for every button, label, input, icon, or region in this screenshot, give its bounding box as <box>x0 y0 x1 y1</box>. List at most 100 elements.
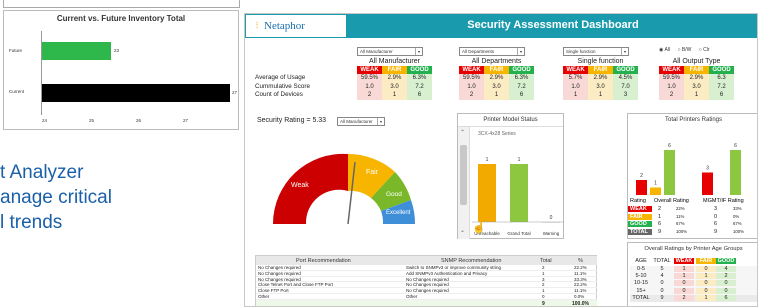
rec-total: 0 <box>542 293 545 299</box>
printer-status-title: Printer Model Status <box>458 114 563 127</box>
chevron-down-icon: ▾ <box>517 48 524 55</box>
metric-value: 2 <box>659 91 684 100</box>
metric-value: 3.0 <box>684 82 709 91</box>
metric-value: 1 <box>588 91 613 100</box>
filter-select[interactable]: Single function ▾ <box>563 47 629 56</box>
age-cell: 0 <box>716 280 736 287</box>
age-cell: 0 <box>660 287 664 294</box>
dashboard-header: ⫶ Netaphor Security Assessment Dashboard <box>245 14 757 38</box>
metric-value: 3.0 <box>588 82 613 91</box>
rating-header-fair: FAIR <box>684 66 709 74</box>
radio-bw[interactable]: ○ B/W <box>677 47 691 53</box>
recommendations-header: Port Recommendation SNMP Recommendation … <box>256 256 597 265</box>
rec-total-count: 9 <box>542 300 545 307</box>
inventory-chart: Current vs. Future Inventory Total Futur… <box>3 10 239 130</box>
filter-block-3: Single function ▾ Single function WEAK FAIR… <box>563 47 638 103</box>
scroll-up-icon[interactable]: ⌃ <box>460 129 465 136</box>
metric-value: 1.0 <box>659 82 684 91</box>
rating-header-weak: WEAK <box>459 66 484 74</box>
logo-text: Netaphor <box>264 20 305 32</box>
rating-name: FAIR <box>628 213 652 220</box>
age-groups-title: Overall Ratings by Printer Age Groups <box>628 243 757 256</box>
filter-label: All Manufacturer <box>369 58 420 65</box>
top-border-box <box>3 0 240 8</box>
age-cell: 6 <box>716 294 736 301</box>
bar-future <box>42 42 111 60</box>
metric-row: 1.0 3.0 7.2 <box>459 82 534 91</box>
chart-label-current: Current <box>9 89 25 94</box>
chevron-down-icon: ▾ <box>377 118 384 125</box>
age-th: WEAK <box>674 258 694 264</box>
rating-bar <box>636 180 647 195</box>
status-bar-value: 0 <box>550 215 553 221</box>
inventory-chart-title: Current vs. Future Inventory Total <box>56 14 186 23</box>
metric-value: 59.5% <box>357 74 382 83</box>
metric-value: 3.0 <box>382 82 407 91</box>
th-pct: % <box>578 258 583 264</box>
rec-pct: 22.2% <box>574 282 587 288</box>
th-mgmt: MGMT/IF Rating <box>703 198 744 204</box>
age-cell: 10-15 <box>633 280 649 287</box>
snmp-rec: Other <box>406 293 418 299</box>
chart-label-future: Future <box>9 48 23 53</box>
age-cell: 1 <box>696 273 716 280</box>
age-row: 10-15 0 0 0 0 <box>630 280 757 288</box>
metric-value: 2.9% <box>588 74 613 83</box>
metric-value: 2.9% <box>484 74 509 83</box>
filter-select[interactable]: All Manufacturer ▾ <box>357 47 423 56</box>
rating-bar <box>730 150 741 195</box>
printer-status-panel: Printer Model Status ⌃ ⌄ 3CX-4x28 Series… <box>457 113 564 239</box>
rating-table-row: WEAK 2 22% 3 33% <box>628 206 757 214</box>
status-category-label: Grand Total <box>507 231 530 236</box>
rating-cell: 11% <box>676 213 685 219</box>
filter-label: All Departments <box>471 58 522 65</box>
metric-value: 2 <box>459 91 484 100</box>
gauge-label-excellent: Excellent <box>386 210 411 216</box>
rating-cell: 0% <box>733 213 740 219</box>
x-tick-25: 25 <box>89 118 95 123</box>
rating-name: GOOD <box>628 221 652 227</box>
snmp-rec: No Changes required <box>406 282 449 288</box>
rec-total: 1 <box>542 270 545 276</box>
scroll-down-icon[interactable]: ⌄ <box>460 227 465 234</box>
th-rating: Rating <box>630 198 646 204</box>
x-tick-24: 24 <box>42 118 48 123</box>
metric-value: 6 <box>709 91 734 100</box>
scroll-thumb[interactable] <box>460 145 467 205</box>
th-overall: Overall Rating <box>654 198 689 204</box>
rating-header-weak: WEAK <box>563 66 588 74</box>
rating-header: WEAK FAIR GOOD <box>563 66 638 74</box>
metric-row: 216 <box>459 91 534 100</box>
radio-all[interactable]: ◉ All <box>659 47 670 53</box>
rating-bar-value: 6 <box>734 143 737 149</box>
metric-row: 59.5% 2.9% 6.3% <box>357 74 432 83</box>
age-cell: 1 <box>674 273 694 280</box>
bar-current-label: 27 <box>232 90 238 95</box>
age-cell: 0 <box>674 280 694 287</box>
age-cell: 1 <box>674 266 694 272</box>
security-rating-select[interactable]: All Manufacturer ▾ <box>337 117 385 126</box>
metric-value: 6 <box>407 91 432 100</box>
rating-header-fair: FAIR <box>382 66 407 74</box>
security-rating-panel: Security Rating = 5.33 All Manufacturer ▾… <box>253 113 435 231</box>
rating-header: WEAK FAIR GOOD <box>659 66 734 74</box>
security-rating-label: Security Rating = 5.33 <box>257 117 327 124</box>
metric-value: 1.0 <box>357 82 382 91</box>
metric-value: 7.0 <box>613 82 638 91</box>
radio-clr[interactable]: ○ Clr <box>699 47 710 53</box>
filter-select[interactable]: All Departments ▾ <box>459 47 525 56</box>
age-row: 0-5 5 1 0 4 <box>630 266 757 274</box>
metric-row: 1.0 3.0 7.2 <box>357 82 432 91</box>
gauge-label-weak: Weak <box>291 182 309 189</box>
scrollbar[interactable]: ⌃ ⌄ <box>458 127 470 239</box>
status-bar-grand-total <box>510 164 528 222</box>
rating-cell: 33% <box>733 206 742 211</box>
rating-header-good: GOOD <box>613 66 638 74</box>
age-cell: 0 <box>674 287 694 294</box>
port-rec: No Changes required <box>258 276 301 282</box>
dashboard-window: ⫶ Netaphor Security Assessment Dashboard… <box>244 13 758 307</box>
bar-future-label: 23 <box>114 48 120 53</box>
metric-row: 1.0 3.0 7.2 <box>659 82 734 91</box>
rating-table-row: TOTAL 9 100% 9 100% <box>628 228 757 237</box>
rec-total: 2 <box>542 282 545 288</box>
